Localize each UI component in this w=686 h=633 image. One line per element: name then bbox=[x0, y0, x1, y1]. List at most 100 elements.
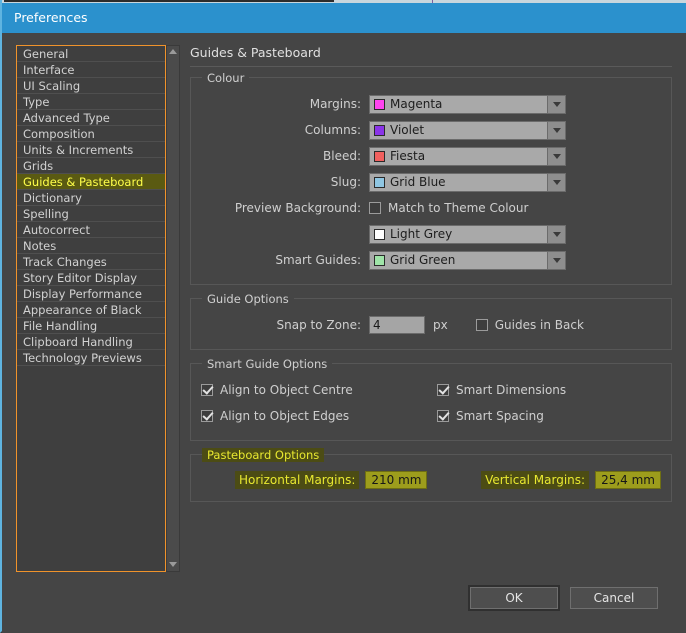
smart-guides-colour-dropdown[interactable]: Grid Green bbox=[369, 250, 566, 270]
sidebar-item-display-performance[interactable]: Display Performance bbox=[17, 286, 165, 302]
sidebar-item-interface[interactable]: Interface bbox=[17, 62, 165, 78]
bleed-row: Bleed: Fiesta bbox=[201, 144, 661, 168]
smart-guides-row: Smart Guides: Grid Green bbox=[201, 248, 661, 272]
smart-spacing-checkbox-wrap[interactable]: Smart Spacing bbox=[437, 409, 544, 423]
preview-background-row: Preview Background: Match to Theme Colou… bbox=[201, 196, 661, 220]
sidebar-item-label: Autocorrect bbox=[23, 223, 90, 237]
sidebar-item-label: Composition bbox=[23, 127, 95, 141]
dialog-button-bar: OK Cancel bbox=[2, 578, 686, 618]
columns-colour-value: Violet bbox=[390, 123, 425, 137]
sidebar-item-label: Story Editor Display bbox=[23, 271, 138, 285]
colour-group-legend: Colour bbox=[202, 71, 250, 85]
sidebar-item-track-changes[interactable]: Track Changes bbox=[17, 254, 165, 270]
window-title: Preferences bbox=[14, 10, 88, 25]
sidebar-item-guides-pasteboard[interactable]: Guides & Pasteboard bbox=[17, 174, 165, 190]
sidebar-item-label: Track Changes bbox=[23, 255, 107, 269]
smart-dimensions-checkbox-wrap[interactable]: Smart Dimensions bbox=[437, 383, 566, 397]
sidebar-item-story-editor-display[interactable]: Story Editor Display bbox=[17, 270, 165, 286]
guides-in-back-checkbox[interactable] bbox=[475, 319, 488, 331]
align-to-object-edges-label: Align to Object Edges bbox=[220, 409, 350, 423]
horizontal-margins-input[interactable]: 210 mm bbox=[365, 471, 428, 489]
columns-dropdown-chevron-down-icon[interactable] bbox=[547, 121, 565, 139]
pasteboard-options-group-legend: Pasteboard Options bbox=[202, 448, 325, 462]
bleed-dropdown-chevron-down-icon[interactable] bbox=[547, 147, 565, 165]
sidebar-item-autocorrect[interactable]: Autocorrect bbox=[17, 222, 165, 238]
smart-dimensions-checkbox[interactable] bbox=[437, 384, 449, 396]
ok-button[interactable]: OK bbox=[468, 585, 560, 611]
sidebar-item-label: Display Performance bbox=[23, 287, 142, 301]
preview-background-colour-row: Light Grey bbox=[201, 222, 661, 246]
smart-spacing-checkbox[interactable] bbox=[437, 410, 449, 422]
sidebar-item-label: File Handling bbox=[23, 319, 98, 333]
colour-group: Colour Margins: Magenta Columns: Violet … bbox=[190, 71, 672, 285]
preferences-category-list[interactable]: General Interface UI Scaling Type Advanced T… bbox=[16, 45, 166, 572]
margins-colour-value: Magenta bbox=[390, 97, 443, 111]
align-to-object-edges-checkbox[interactable] bbox=[201, 410, 213, 422]
sidebar-item-label: Interface bbox=[23, 63, 75, 77]
snap-to-zone-row: Snap to Zone: 4 px Guides in Back bbox=[201, 313, 661, 337]
sidebar-item-label: Clipboard Handling bbox=[23, 335, 133, 349]
bleed-label: Bleed: bbox=[323, 149, 361, 163]
columns-colour-swatch bbox=[374, 124, 385, 136]
sidebar-item-clipboard-handling[interactable]: Clipboard Handling bbox=[17, 334, 165, 350]
sidebar-item-type[interactable]: Type bbox=[17, 94, 165, 110]
sidebar-item-grids[interactable]: Grids bbox=[17, 158, 165, 174]
smart-guides-label: Smart Guides: bbox=[275, 253, 361, 267]
smart-spacing-label: Smart Spacing bbox=[456, 409, 544, 423]
scroll-down-arrow-icon[interactable] bbox=[167, 559, 179, 571]
guide-options-group-legend: Guide Options bbox=[202, 292, 294, 306]
sidebar-item-label: Notes bbox=[23, 239, 57, 253]
vertical-margins-input[interactable]: 25,4 mm bbox=[595, 471, 661, 489]
cancel-button[interactable]: Cancel bbox=[570, 587, 658, 609]
bleed-colour-dropdown[interactable]: Fiesta bbox=[369, 146, 566, 166]
sidebar-item-advanced-type[interactable]: Advanced Type bbox=[17, 110, 165, 126]
guides-in-back-checkbox-wrap[interactable]: Guides in Back bbox=[475, 318, 584, 332]
horizontal-margins-label: Horizontal Margins: bbox=[235, 471, 360, 489]
sidebar-item-dictionary[interactable]: Dictionary bbox=[17, 190, 165, 206]
align-to-object-edges-checkbox-wrap[interactable]: Align to Object Edges bbox=[201, 409, 437, 423]
sidebar-item-units-increments[interactable]: Units & Increments bbox=[17, 142, 165, 158]
snap-to-zone-input[interactable]: 4 bbox=[369, 316, 425, 334]
sidebar-item-label: General bbox=[23, 47, 69, 61]
columns-colour-dropdown[interactable]: Violet bbox=[369, 120, 566, 140]
preview-background-colour-dropdown[interactable]: Light Grey bbox=[369, 224, 566, 244]
smart-guides-dropdown-chevron-down-icon[interactable] bbox=[547, 251, 565, 269]
align-to-object-centre-checkbox[interactable] bbox=[201, 384, 213, 396]
smart-guide-options-group-legend: Smart Guide Options bbox=[202, 357, 333, 371]
preview-background-label: Preview Background: bbox=[234, 201, 361, 215]
smart-guide-row-1: Align to Object Centre Smart Dimensions bbox=[201, 378, 661, 402]
scroll-up-arrow-icon[interactable] bbox=[167, 46, 179, 58]
match-theme-colour-checkbox[interactable] bbox=[369, 202, 381, 214]
sidebar-item-label: Advanced Type bbox=[23, 111, 110, 125]
margins-dropdown-chevron-down-icon[interactable] bbox=[547, 95, 565, 113]
match-theme-colour-checkbox-wrap[interactable]: Match to Theme Colour bbox=[369, 201, 528, 215]
preferences-window: Preferences General Interface UI Scaling Ty… bbox=[0, 0, 686, 633]
pasteboard-options-group: Pasteboard Options Horizontal Margins: 2… bbox=[190, 448, 672, 502]
sidebar-item-technology-previews[interactable]: Technology Previews bbox=[17, 350, 165, 366]
sidebar-item-label: Dictionary bbox=[23, 191, 82, 205]
sidebar-item-general[interactable]: General bbox=[17, 46, 165, 62]
columns-row: Columns: Violet bbox=[201, 118, 661, 142]
guide-options-group: Guide Options Snap to Zone: 4 px Guides … bbox=[190, 292, 672, 350]
margins-colour-dropdown[interactable]: Magenta bbox=[369, 94, 566, 114]
slug-label: Slug: bbox=[330, 175, 361, 189]
sidebar-item-spelling[interactable]: Spelling bbox=[17, 206, 165, 222]
align-to-object-centre-checkbox-wrap[interactable]: Align to Object Centre bbox=[201, 383, 437, 397]
snap-to-zone-label: Snap to Zone: bbox=[276, 318, 361, 332]
smart-dimensions-label: Smart Dimensions bbox=[456, 383, 567, 397]
sidebar-item-composition[interactable]: Composition bbox=[17, 126, 165, 142]
margins-label: Margins: bbox=[309, 97, 361, 111]
sidebar-item-ui-scaling[interactable]: UI Scaling bbox=[17, 78, 165, 94]
sidebar-item-notes[interactable]: Notes bbox=[17, 238, 165, 254]
slug-dropdown-chevron-down-icon[interactable] bbox=[547, 173, 565, 191]
snap-to-zone-unit: px bbox=[433, 318, 448, 332]
preview-background-dropdown-chevron-down-icon[interactable] bbox=[547, 225, 565, 243]
sidebar-item-file-handling[interactable]: File Handling bbox=[17, 318, 165, 334]
align-to-object-centre-label: Align to Object Centre bbox=[220, 383, 353, 397]
sidebar-item-label: Spelling bbox=[23, 207, 69, 221]
slug-colour-dropdown[interactable]: Grid Blue bbox=[369, 172, 566, 192]
sidebar-item-label: Grids bbox=[23, 159, 54, 173]
sidebar-item-appearance-of-black[interactable]: Appearance of Black bbox=[17, 302, 165, 318]
slug-colour-value: Grid Blue bbox=[390, 175, 446, 189]
category-list-scrollbar[interactable] bbox=[166, 45, 180, 572]
